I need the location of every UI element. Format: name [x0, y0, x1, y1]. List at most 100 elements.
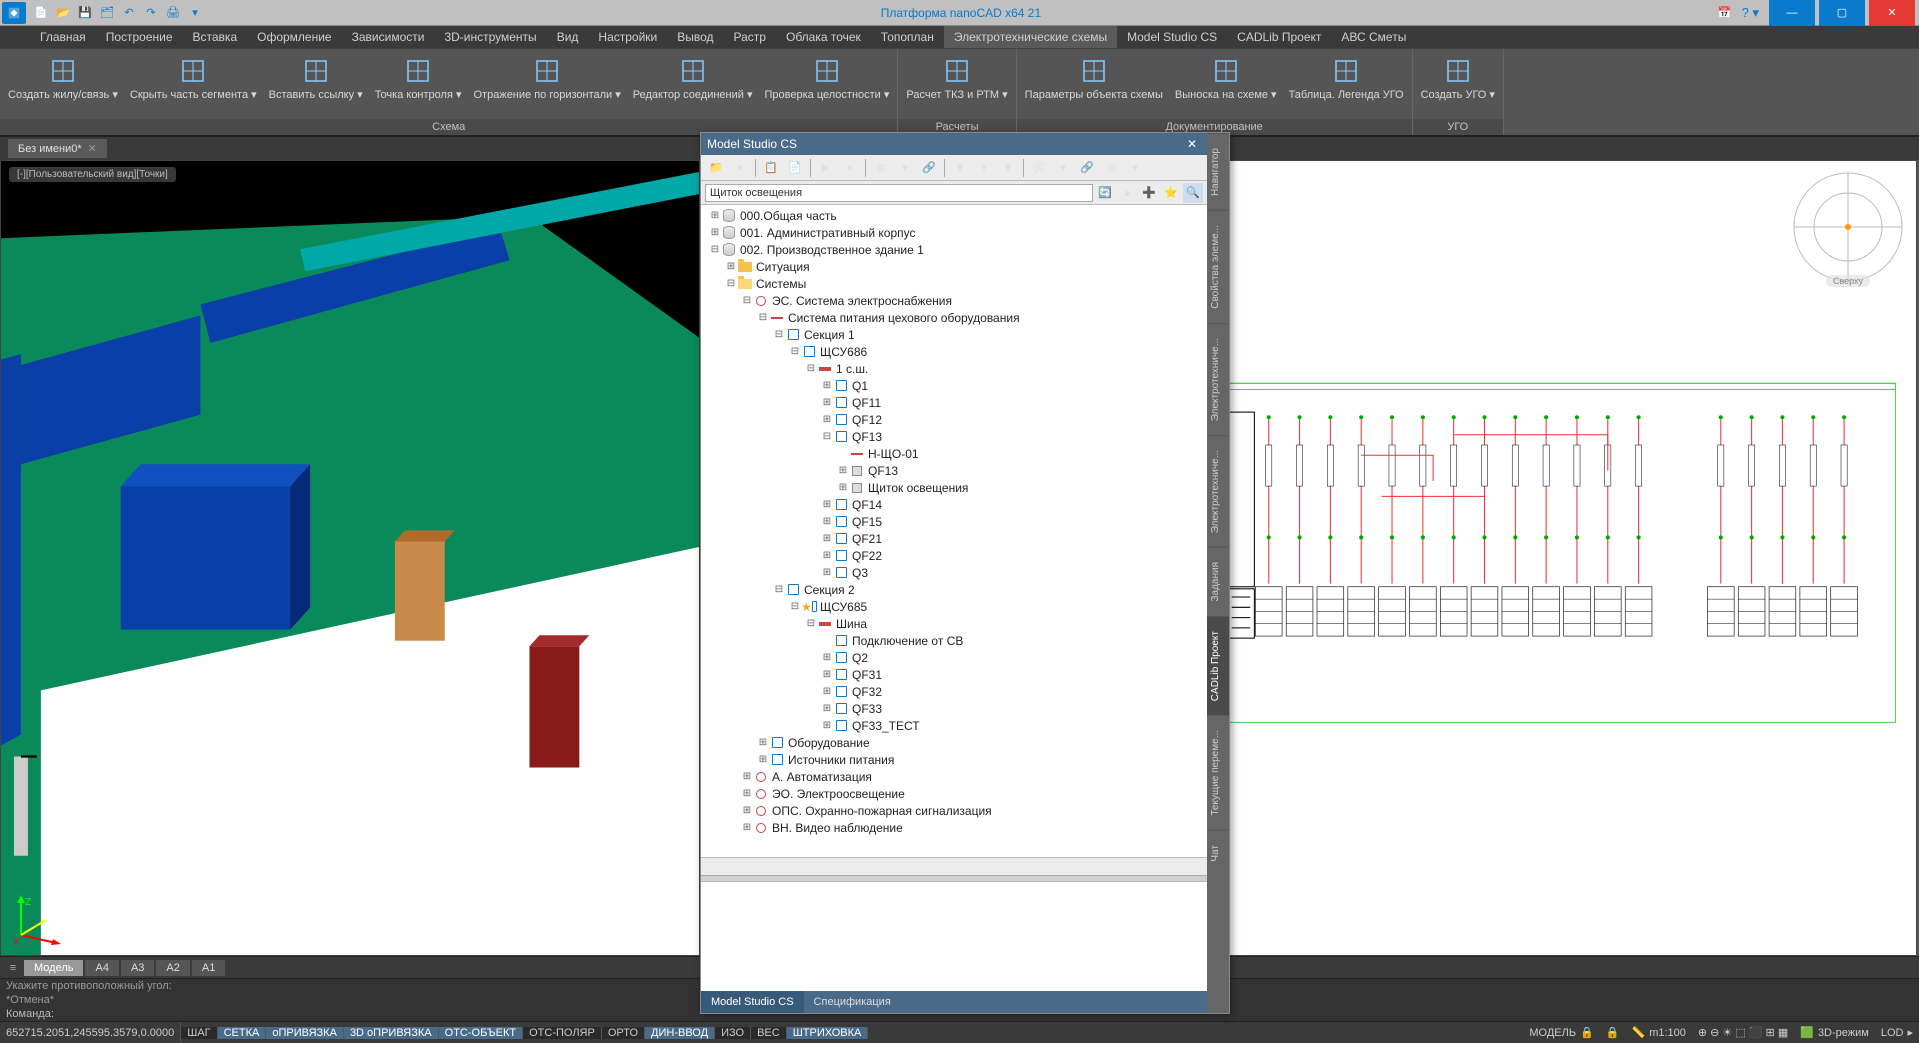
open-icon[interactable]: 📂 [54, 4, 72, 22]
tree-node[interactable]: ⊞Ситуация [701, 258, 1207, 275]
favorite-icon[interactable]: ⭐ [1161, 183, 1181, 203]
ribbon-button[interactable]: Создать жилу/связь ▾ [2, 51, 124, 105]
scale-indicator[interactable]: 📏 m1:100 [1625, 1026, 1691, 1039]
ribbon-button[interactable]: Отражение по горизонтали ▾ [468, 51, 627, 105]
ribbon-button[interactable]: Параметры объекта схемы [1019, 51, 1169, 105]
tree-node[interactable]: ⊟ЭС. Система электроснабжения [701, 292, 1207, 309]
redo-icon[interactable]: ↷ [142, 4, 160, 22]
new-folder-dd-icon[interactable]: ▾ [729, 157, 751, 179]
filter2-icon[interactable]: ▼ [997, 157, 1019, 179]
menu-item[interactable]: Вид [547, 26, 589, 48]
tree-expand-icon[interactable]: ⊟ [821, 431, 833, 442]
settings-icon[interactable]: ⚙ [1100, 157, 1122, 179]
undo-icon[interactable]: ↶ [120, 4, 138, 22]
palette-side-tab[interactable]: Свойства элеме... [1207, 210, 1229, 323]
tree-node[interactable]: ⊞QF22 [701, 547, 1207, 564]
tree-expand-icon[interactable]: ⊞ [821, 652, 833, 663]
tree-node[interactable]: ⊞Q1 [701, 377, 1207, 394]
menu-item[interactable]: Главная [30, 26, 96, 48]
ribbon-button[interactable]: Редактор соединений ▾ [627, 51, 759, 105]
tree-expand-icon[interactable]: ⊞ [821, 380, 833, 391]
tree-node[interactable]: ⊞QF31 [701, 666, 1207, 683]
annotation-icons[interactable]: ⊕ ⊖ ☀ ⬚ ⬛ ⊞ ▦ [1692, 1026, 1794, 1039]
viewport-3d[interactable]: [-][Пользовательский вид][Точки] ZX [0, 160, 700, 956]
tree-expand-icon[interactable]: ⊟ [773, 329, 785, 340]
tree-node[interactable]: ⊞QF33_ТЕСТ [701, 717, 1207, 734]
status-toggle[interactable]: ДИН-ВВОД [645, 1027, 715, 1039]
menu-item[interactable]: Вставка [183, 26, 248, 48]
tree-expand-icon[interactable]: ⊞ [757, 737, 769, 748]
tree-expand-icon[interactable]: ⊞ [709, 210, 721, 221]
minimize-button[interactable]: — [1769, 0, 1815, 26]
tool-icon[interactable]: 🛠 [1028, 157, 1050, 179]
menu-item[interactable]: Топоплан [871, 26, 944, 48]
ribbon-button[interactable]: Скрыть часть сегмента ▾ [124, 51, 263, 105]
tree-node[interactable]: ⊟Система питания цехового оборудования [701, 309, 1207, 326]
status-toggle[interactable]: ШТРИХОВКА [787, 1027, 869, 1039]
menu-item[interactable]: 3D-инструменты [434, 26, 546, 48]
tree-node[interactable]: ⊞000.Общая часть [701, 207, 1207, 224]
tree-node[interactable]: ⊟QF13 [701, 428, 1207, 445]
ribbon-button[interactable]: Выноска на схеме ▾ [1169, 51, 1283, 105]
tree-node[interactable]: ⊞ВН. Видео наблюдение [701, 819, 1207, 836]
add-folder-icon[interactable]: ➕ [1139, 183, 1159, 203]
tree-node[interactable]: ⊟002. Производственное здание 1 [701, 241, 1207, 258]
list-dd-icon[interactable]: ▾ [894, 157, 916, 179]
view-cube[interactable]: Сверху [1788, 167, 1908, 287]
menu-item[interactable]: Зависимости [342, 26, 435, 48]
tree-node[interactable]: ⊟★ЩСУ685 [701, 598, 1207, 615]
close-button[interactable]: ✕ [1869, 0, 1915, 26]
3d-mode-toggle[interactable]: 🟩 3D-режим [1794, 1026, 1875, 1039]
tree-node[interactable]: ⊞Щиток освещения [701, 479, 1207, 496]
status-toggle[interactable]: ШАГ [181, 1027, 217, 1039]
palette-bottom-tab[interactable]: Model Studio CS [701, 991, 804, 1013]
palette-title-bar[interactable]: Model Studio CS ✕ [701, 133, 1207, 155]
tree-expand-icon[interactable]: ⊞ [821, 499, 833, 510]
palette-bottom-tab[interactable]: Спецификация [804, 991, 901, 1013]
menu-item[interactable]: АВС Сметы [1331, 26, 1416, 48]
tree-node[interactable]: ⊟Шина [701, 615, 1207, 632]
tree-expand-icon[interactable]: ⊞ [741, 788, 753, 799]
tree-expand-icon[interactable]: ⊞ [741, 822, 753, 833]
tree-expand-icon[interactable]: ⊞ [741, 771, 753, 782]
tree-expand-icon[interactable]: ⊞ [821, 703, 833, 714]
status-toggle[interactable]: СЕТКА [218, 1027, 267, 1039]
tree-node[interactable]: ⊞001. Административный корпус [701, 224, 1207, 241]
help-menu[interactable]: ? ▾ [1736, 5, 1765, 21]
tree-expand-icon[interactable]: ⊟ [709, 244, 721, 255]
tree-expand-icon[interactable]: ⊞ [821, 686, 833, 697]
run-icon[interactable]: ▶ [815, 157, 837, 179]
link-icon[interactable]: 🔗 [1076, 157, 1098, 179]
palette-side-tab[interactable]: Электротехниче... [1207, 323, 1229, 435]
ribbon-button[interactable]: Создать УГО ▾ [1415, 51, 1501, 105]
tree-node[interactable]: ⊞ЭО. Электроосвещение [701, 785, 1207, 802]
tree-node[interactable]: ⊞QF14 [701, 496, 1207, 513]
tree-node[interactable]: ⊞QF32 [701, 683, 1207, 700]
tree-node[interactable]: ⊞Источники питания [701, 751, 1207, 768]
tree-node[interactable]: Подключение от СВ [701, 632, 1207, 649]
tree-expand-icon[interactable]: ⊟ [741, 295, 753, 306]
view-orientation-pill[interactable]: [-][Пользовательский вид][Точки] [9, 167, 176, 182]
menu-item[interactable]: Оформление [247, 26, 341, 48]
settings-dd-icon[interactable]: ▾ [1124, 157, 1146, 179]
status-toggle[interactable]: ОТС-ОБЪЕКТ [439, 1027, 523, 1039]
palette-side-tab[interactable]: CADLib Проект [1207, 616, 1229, 715]
model-space-indicator[interactable]: МОДЕЛЬ 🔒 [1523, 1026, 1599, 1039]
new-file-icon[interactable]: 📄 [32, 4, 50, 22]
tree-expand-icon[interactable]: ⊞ [821, 567, 833, 578]
tree-expand-icon[interactable]: ⊞ [821, 397, 833, 408]
layout-tab[interactable]: А3 [121, 960, 154, 976]
tree-expand-icon[interactable]: ⊟ [757, 312, 769, 323]
new-folder-icon[interactable]: 📁 [705, 157, 727, 179]
tree-expand-icon[interactable]: ⊟ [773, 584, 785, 595]
status-toggle[interactable]: ОРТО [602, 1027, 645, 1039]
tree-expand-icon[interactable]: ⊟ [805, 363, 817, 374]
paste-icon[interactable]: 📄 [784, 157, 806, 179]
tree-expand-icon[interactable]: ⊞ [821, 720, 833, 731]
list-icon[interactable]: ≣ [870, 157, 892, 179]
run-dd-icon[interactable]: ▾ [839, 157, 861, 179]
tree-node[interactable]: ⊞QF13 [701, 462, 1207, 479]
qat-dropdown-icon[interactable]: ▾ [186, 4, 204, 22]
tree-node[interactable]: ⊞А. Автоматизация [701, 768, 1207, 785]
palette-side-tab[interactable]: Электротехниче... [1207, 435, 1229, 547]
